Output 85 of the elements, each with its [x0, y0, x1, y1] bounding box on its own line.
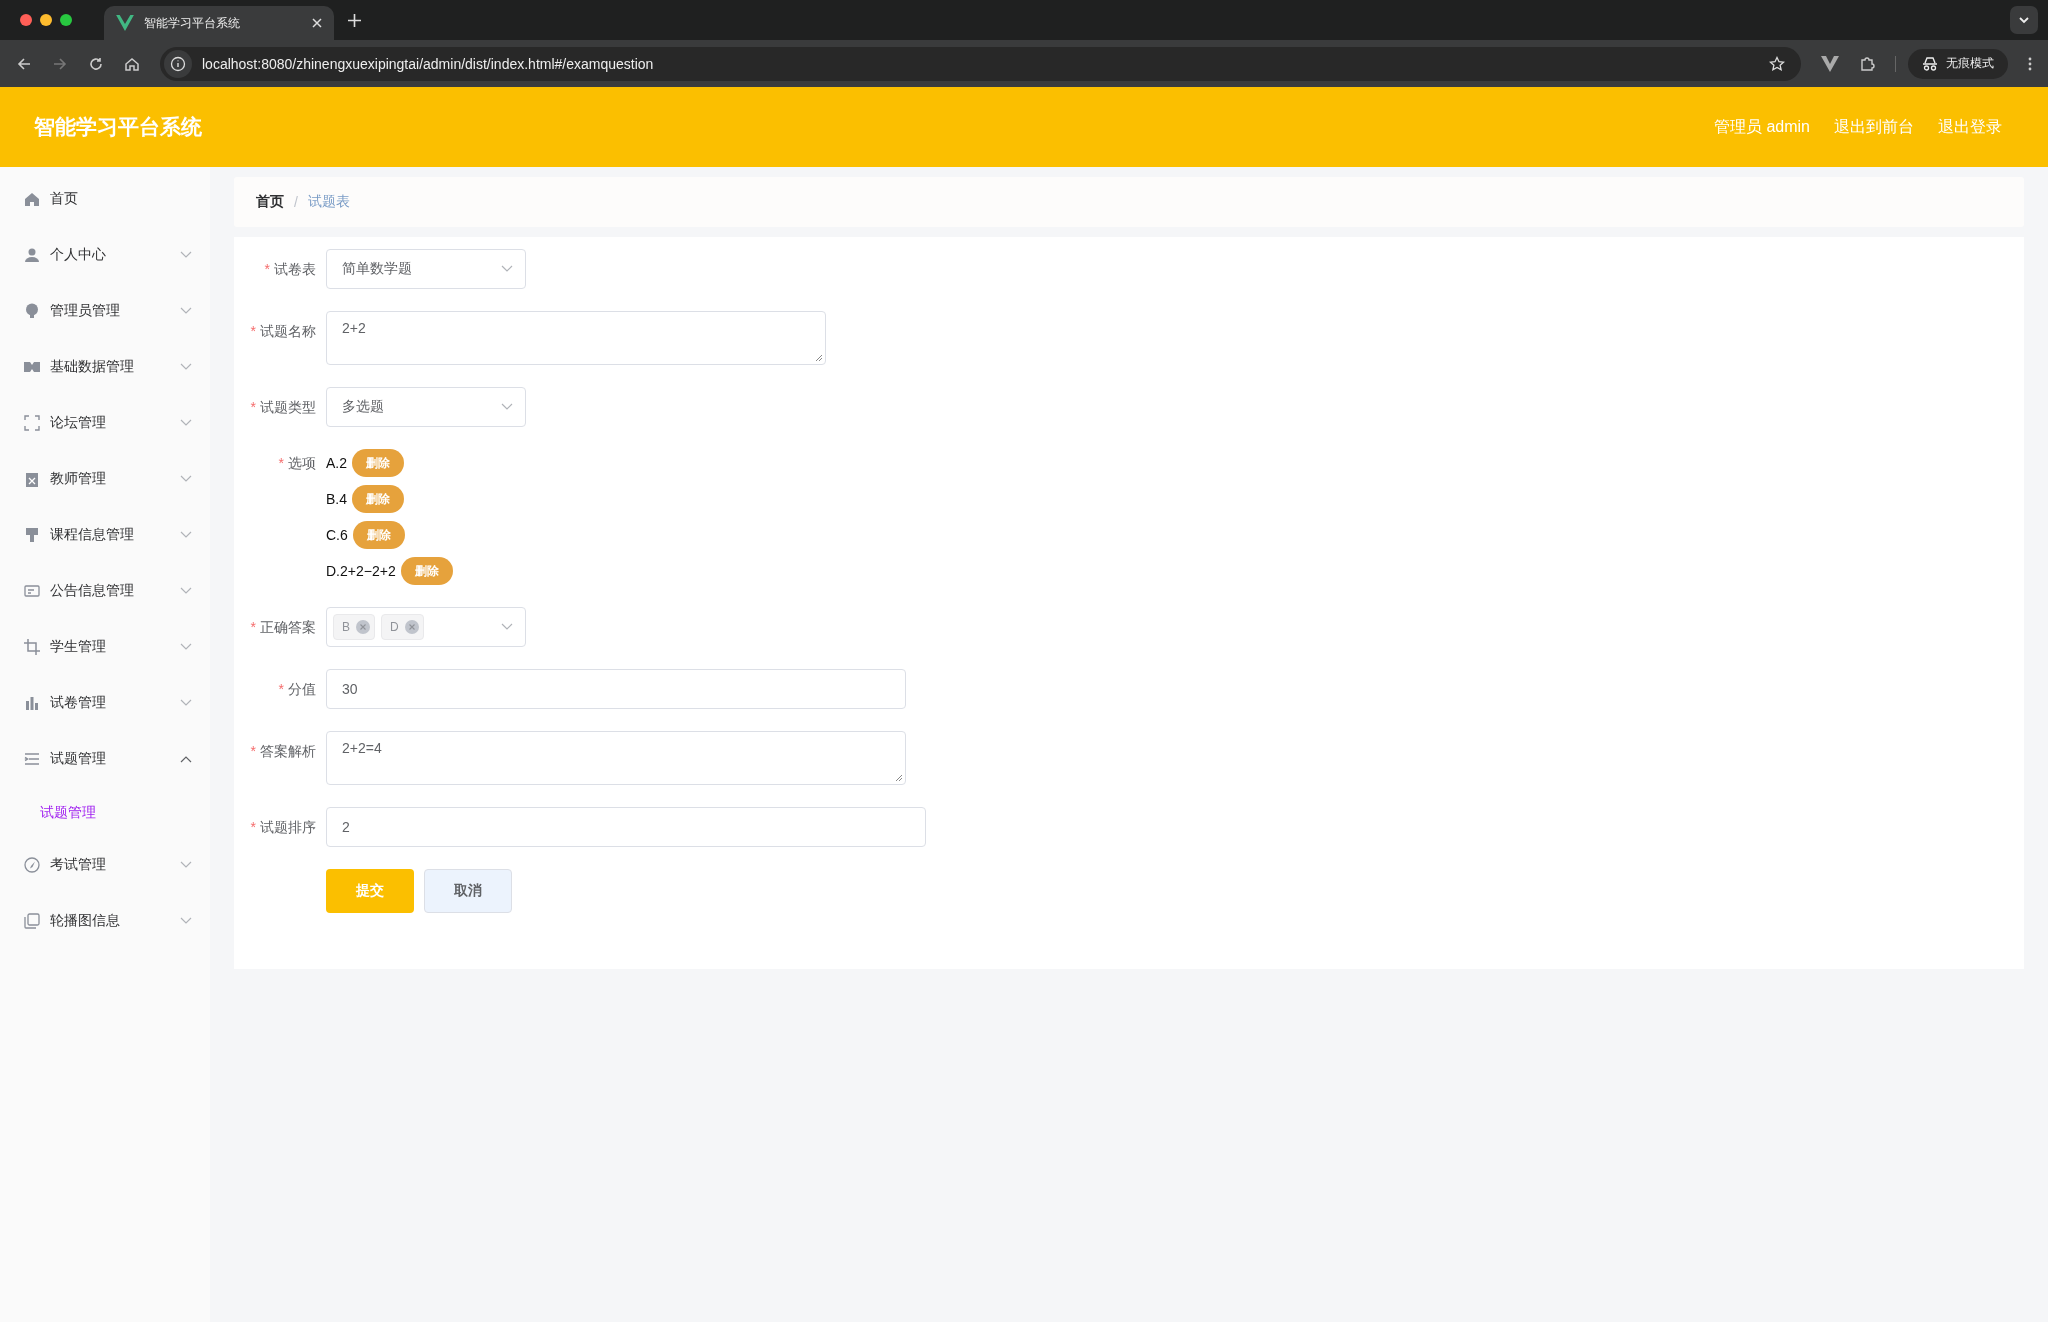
home-icon[interactable]	[124, 55, 140, 72]
field-label: 试题名称	[260, 323, 316, 339]
required-mark: *	[250, 399, 256, 415]
menu-item[interactable]: 试卷管理	[0, 675, 210, 731]
menu-icon	[24, 359, 40, 375]
select-field[interactable]: 多选题	[326, 387, 526, 427]
input-field[interactable]: 2	[326, 807, 926, 847]
chevron-icon	[501, 623, 513, 631]
menu-icon	[24, 303, 40, 319]
incognito-icon	[1922, 56, 1938, 71]
submenu-item[interactable]: 试题管理	[0, 787, 210, 837]
site-title: 智能学习平台系统	[34, 114, 202, 140]
breadcrumb-item: 试题表	[307, 193, 350, 211]
menu-icon	[24, 857, 40, 873]
select-field[interactable]: 简单数学题	[326, 249, 526, 289]
incognito-button[interactable]: 无痕模式	[1908, 48, 2008, 79]
menu-item[interactable]: 教师管理	[0, 451, 210, 507]
new-tab-icon[interactable]	[348, 13, 361, 27]
chevron-icon	[501, 403, 513, 411]
option-text: A.2	[326, 455, 347, 471]
forward-icon[interactable]	[52, 55, 68, 72]
required-mark: *	[278, 681, 284, 697]
menu-icon	[24, 247, 40, 263]
menu-item[interactable]: 管理员管理	[0, 283, 210, 339]
option-text: B.4	[326, 491, 347, 507]
required-mark: *	[250, 323, 256, 339]
menu-icon	[24, 583, 40, 599]
menu-item[interactable]: 个人中心	[0, 227, 210, 283]
input-field[interactable]: 30	[326, 669, 906, 709]
required-mark: *	[250, 743, 256, 759]
browser-tab[interactable]: 智能学习平台系统	[104, 6, 334, 40]
menu-icon	[24, 415, 40, 431]
window-minimize-icon[interactable]	[40, 14, 52, 26]
menu-item[interactable]: 公告信息管理	[0, 563, 210, 619]
menu-icon	[24, 471, 40, 487]
v-logo-icon	[116, 15, 134, 31]
puzzle-icon[interactable]	[1859, 55, 1875, 72]
star-icon[interactable]	[1769, 55, 1785, 72]
required-mark: *	[250, 619, 256, 635]
menu-item[interactable]: 论坛管理	[0, 395, 210, 451]
v-extension-icon[interactable]	[1821, 55, 1839, 72]
menu-item[interactable]: 轮播图信息	[0, 893, 210, 949]
address-bar[interactable]: localhost:8080/zhinengxuexipingtai/admin/dist/index.html#/examquestion	[160, 46, 1801, 81]
field-label: 答案解析	[260, 743, 316, 759]
menu-icon	[24, 527, 40, 543]
required-mark: *	[278, 455, 284, 471]
menu-icon	[24, 913, 40, 929]
reload-icon[interactable]	[88, 55, 104, 72]
more-icon[interactable]	[2028, 56, 2032, 71]
tab-list-icon[interactable]	[2010, 6, 2038, 34]
back-icon[interactable]	[16, 55, 32, 72]
resize-handle-icon[interactable]	[895, 774, 903, 782]
remove-icon[interactable]	[356, 620, 370, 634]
info-icon	[164, 49, 192, 78]
field-label: 试题类型	[260, 399, 316, 415]
menu-item[interactable]: 试题管理	[0, 731, 210, 787]
cancel-button[interactable]: 取消	[424, 869, 512, 913]
breadcrumb-item[interactable]: 首页	[256, 193, 284, 211]
menu-item[interactable]: 基础数据管理	[0, 339, 210, 395]
option-text: D.2+2−2+2	[326, 563, 396, 579]
field-label: 选项	[288, 455, 316, 471]
required-mark: *	[264, 261, 270, 277]
option-text: C.6	[326, 527, 348, 543]
field-label: 试卷表	[274, 261, 316, 277]
field-label: 试题排序	[260, 819, 316, 835]
window-close-icon[interactable]	[20, 14, 32, 26]
menu-item[interactable]: 首页	[0, 171, 210, 227]
required-mark: *	[250, 819, 256, 835]
chevron-icon	[501, 265, 513, 273]
close-icon[interactable]	[312, 18, 322, 28]
breadcrumb-separator: /	[294, 194, 298, 210]
menu-icon	[24, 695, 40, 711]
menu-item[interactable]: 学生管理	[0, 619, 210, 675]
menu-item[interactable]: 课程信息管理	[0, 507, 210, 563]
menu-icon	[24, 639, 40, 655]
resize-handle-icon[interactable]	[815, 354, 823, 362]
field-label: 正确答案	[260, 619, 316, 635]
text-area[interactable]: 2+2	[326, 311, 826, 365]
remove-icon[interactable]	[404, 620, 419, 634]
window-zoom-icon[interactable]	[60, 14, 72, 26]
field-label: 分值	[288, 681, 316, 697]
menu-icon	[24, 751, 40, 767]
text-area[interactable]: 2+2=4	[326, 731, 906, 785]
menu-item[interactable]: 考试管理	[0, 837, 210, 893]
menu-icon	[24, 191, 40, 207]
